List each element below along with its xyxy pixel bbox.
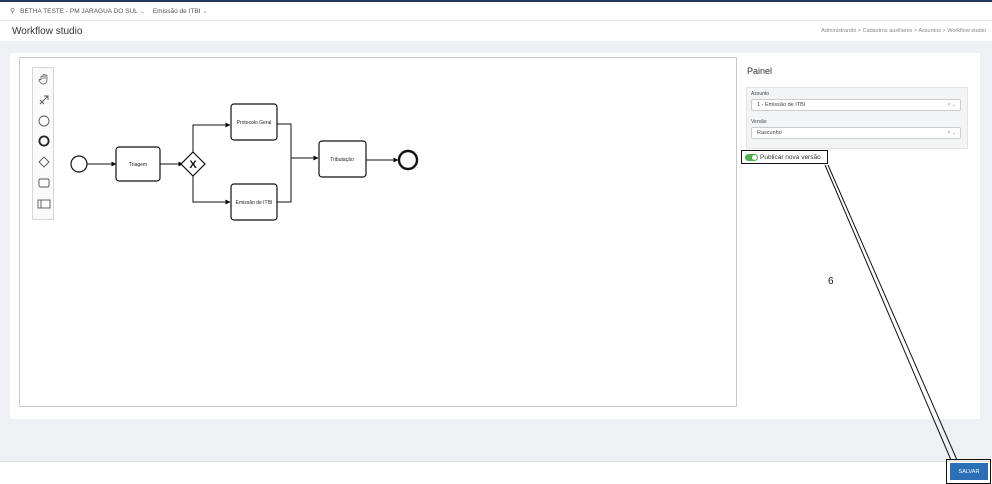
end-event[interactable] bbox=[397, 149, 419, 171]
clear-chevron-icon[interactable]: × ⌄ bbox=[948, 102, 957, 108]
assunto-value: 1 - Emissão de ITBI bbox=[757, 102, 806, 108]
toggle-switch[interactable] bbox=[745, 153, 758, 161]
bpmn-palette bbox=[32, 67, 54, 220]
panel-title: Painel bbox=[747, 66, 773, 76]
bpmn-diagram: Triagem X Protocolo Geral Emissão de ITB… bbox=[70, 103, 419, 221]
gateway-x-icon: X bbox=[189, 159, 197, 171]
pin-icon[interactable]: ⚲ bbox=[10, 7, 15, 15]
page-title: Workflow studio bbox=[12, 25, 83, 37]
footer-bar bbox=[0, 461, 992, 484]
publish-toggle-row[interactable]: Publicar nova versão bbox=[741, 150, 828, 164]
task-protocolo-label: Protocolo Geral bbox=[237, 120, 272, 126]
module-selector[interactable]: Emissão de ITBI bbox=[153, 8, 201, 15]
task-triagem-label: Triagem bbox=[129, 162, 147, 168]
pool-icon[interactable] bbox=[33, 195, 55, 213]
sequence-flow[interactable] bbox=[192, 176, 231, 205]
save-button[interactable]: SALVAR bbox=[950, 463, 988, 480]
versao-select[interactable]: Rascunho × ⌄ bbox=[751, 127, 961, 139]
merge-flow[interactable] bbox=[277, 123, 292, 203]
end-event-icon[interactable] bbox=[33, 132, 55, 150]
annotation-number: 6 bbox=[828, 276, 834, 287]
context-bar: ⚲ BETHA TESTE - PM JARAGUA DO SUL ⌄ Emis… bbox=[0, 2, 992, 21]
sequence-flow[interactable] bbox=[192, 122, 231, 152]
start-event[interactable] bbox=[70, 155, 88, 173]
task-icon[interactable] bbox=[33, 174, 55, 192]
start-event-icon[interactable] bbox=[33, 112, 55, 130]
task-tributacao-label: Tributação bbox=[330, 157, 354, 163]
publish-toggle-label: Publicar nova versão bbox=[760, 153, 821, 161]
versao-value: Rascunho bbox=[757, 130, 782, 136]
page-header: Workflow studio Administrando > Cadastro… bbox=[0, 21, 992, 41]
assunto-select[interactable]: 1 - Emissão de ITBI × ⌄ bbox=[751, 99, 961, 111]
chevron-down-icon[interactable]: ⌄ bbox=[203, 8, 208, 15]
panel-fields: Assunto 1 - Emissão de ITBI × ⌄ Versão R… bbox=[746, 87, 968, 149]
assunto-label: Assunto bbox=[751, 91, 770, 97]
entity-selector[interactable]: BETHA TESTE - PM JARAGUA DO SUL bbox=[20, 8, 138, 15]
clear-chevron-icon[interactable]: × ⌄ bbox=[948, 130, 957, 136]
gateway-icon[interactable] bbox=[33, 153, 55, 171]
bpmn-canvas[interactable]: Triagem X Protocolo Geral Emissão de ITB… bbox=[19, 57, 737, 407]
task-emissao-label: Emissão de ITBI bbox=[236, 200, 273, 206]
hand-tool-icon[interactable] bbox=[33, 70, 55, 88]
breadcrumb[interactable]: Administrando > Cadastros auxiliares > A… bbox=[821, 28, 986, 34]
chevron-down-icon[interactable]: ⌄ bbox=[140, 8, 145, 15]
versao-label: Versão bbox=[751, 119, 767, 125]
lasso-tool-icon[interactable] bbox=[33, 91, 55, 109]
